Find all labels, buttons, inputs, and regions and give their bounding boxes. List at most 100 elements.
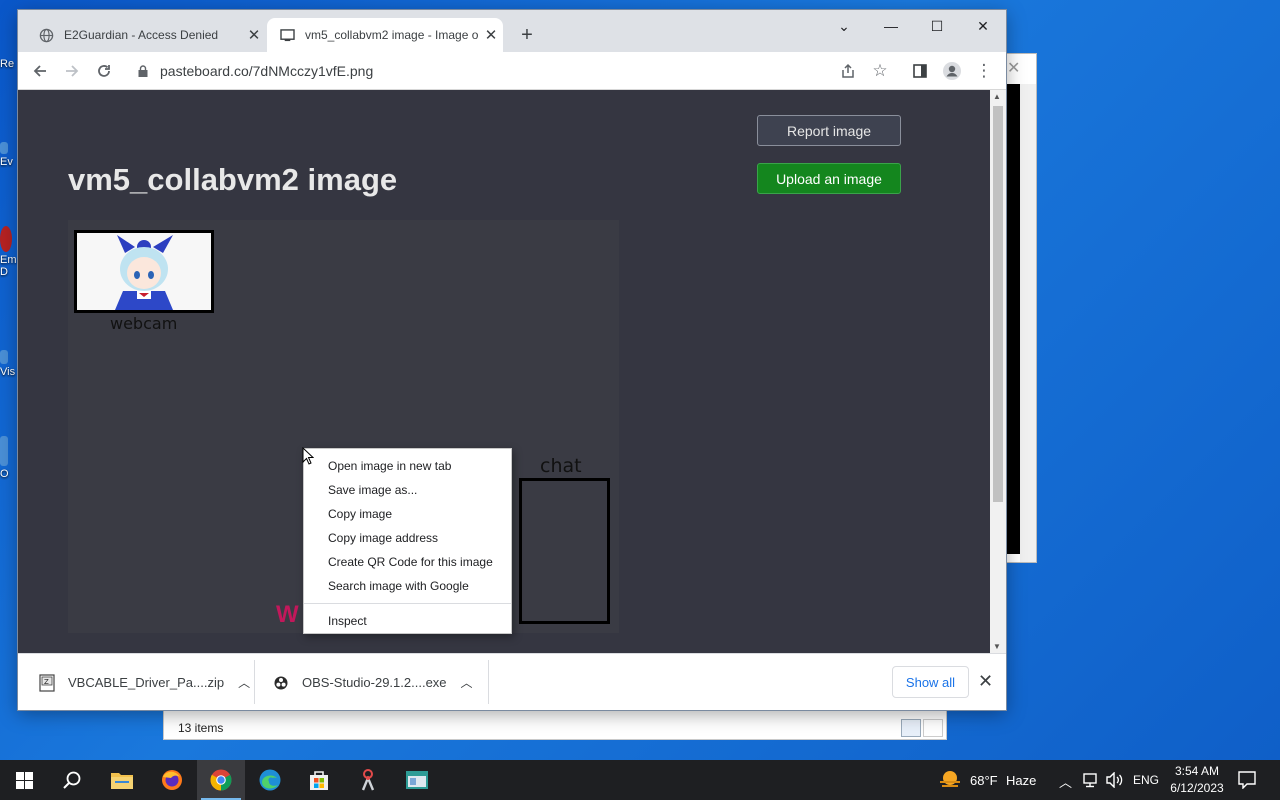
network-icon[interactable]	[1083, 772, 1100, 793]
taskbar-store[interactable]	[295, 760, 343, 800]
mouse-cursor-icon	[302, 447, 314, 465]
address-bar[interactable]: pasteboard.co/7dNMcczy1vfE.png	[128, 57, 898, 85]
weather-temp[interactable]: 68°F	[970, 773, 998, 788]
menu-kebab-icon[interactable]: ⋮	[972, 59, 996, 83]
window-app-icon	[406, 771, 428, 789]
tab-image[interactable]: vm5_collabvm2 image - Image o ✕	[267, 18, 503, 52]
background-window: ✕	[1004, 53, 1037, 563]
taskbar-firefox[interactable]	[148, 760, 196, 800]
webcam-frame	[74, 230, 214, 313]
character-thumbnail	[77, 233, 211, 310]
globe-icon	[38, 27, 54, 43]
store-icon	[310, 771, 328, 790]
close-icon[interactable]: ✕	[1007, 58, 1020, 78]
folder-icon	[111, 773, 133, 789]
firefox-icon	[162, 770, 182, 790]
svg-text:Z: Z	[44, 678, 49, 686]
taskbar-chrome[interactable]	[197, 760, 245, 800]
menu-save-image-as[interactable]: Save image as...	[304, 478, 511, 502]
download-item[interactable]: Z VBCABLE_Driver_Pa....zip ︿	[38, 654, 250, 711]
lock-icon[interactable]	[138, 64, 148, 77]
start-button[interactable]	[0, 760, 48, 800]
chat-frame	[519, 478, 610, 624]
taskbar-edge[interactable]	[246, 760, 294, 800]
chat-label: chat	[540, 455, 582, 477]
search-icon	[63, 771, 81, 789]
menu-copy-image-address[interactable]: Copy image address	[304, 526, 511, 550]
download-item[interactable]: OBS-Studio-29.1.2....exe ︿	[272, 654, 473, 711]
tab-search-icon[interactable]: ⌄	[821, 10, 867, 42]
chevron-up-icon[interactable]: ︿	[238, 674, 250, 691]
scroll-up-icon[interactable]: ▲	[993, 92, 1001, 101]
app-icon	[0, 350, 8, 364]
menu-separator	[304, 603, 511, 604]
side-panel-icon[interactable]	[908, 59, 932, 83]
forward-icon[interactable]	[60, 59, 84, 83]
language-indicator[interactable]: ENG	[1133, 773, 1159, 787]
zip-file-icon: Z	[38, 673, 56, 692]
show-all-button[interactable]: Show all	[892, 666, 969, 698]
scrollbar[interactable]	[1020, 84, 1036, 562]
page-scrollbar[interactable]: ▲ ▼	[990, 90, 1006, 653]
upload-image-button[interactable]: Upload an image	[757, 163, 901, 194]
bookmark-star-icon[interactable]: ☆	[868, 59, 892, 83]
scrollbar-thumb[interactable]	[993, 106, 1003, 502]
toolbar: pasteboard.co/7dNMcczy1vfE.png ☆ ⋮	[18, 52, 1006, 90]
download-filename: VBCABLE_Driver_Pa....zip	[68, 675, 225, 690]
minimize-icon[interactable]: —	[868, 10, 914, 42]
maximize-icon[interactable]: ☐	[914, 10, 960, 42]
menu-inspect[interactable]: Inspect	[304, 609, 511, 633]
windows-logo-icon	[15, 771, 33, 789]
details-view-button[interactable]	[901, 719, 921, 737]
tab-strip: E2Guardian - Access Denied ✕ vm5_collabv…	[18, 10, 1006, 52]
file-explorer-window[interactable]: 13 items	[163, 709, 947, 740]
app-icon	[0, 226, 12, 252]
large-icons-view-button[interactable]	[923, 719, 943, 737]
clock-date: 6/12/2023	[1170, 781, 1224, 795]
taskbar: 68°F Haze ︿ ENG 3:54 AM 6/12/2023	[0, 760, 1280, 800]
clock-time: 3:54 AM	[1174, 764, 1220, 778]
url-text: pasteboard.co/7dNMcczy1vfE.png	[160, 63, 374, 79]
profile-avatar-icon[interactable]	[940, 59, 964, 83]
volume-icon[interactable]	[1106, 771, 1124, 793]
menu-copy-image[interactable]: Copy image	[304, 502, 511, 526]
obs-file-icon	[272, 674, 290, 692]
watermark-letter: W	[276, 601, 299, 628]
webcam-label: webcam	[110, 314, 178, 333]
notification-icon[interactable]	[1238, 771, 1256, 794]
taskbar-window-app[interactable]	[393, 760, 441, 800]
taskbar-paint[interactable]	[344, 760, 392, 800]
item-count: 13 items	[178, 721, 224, 735]
divider	[254, 660, 255, 704]
chevron-up-icon[interactable]: ︿	[461, 674, 473, 691]
context-menu: Open image in new tab Save image as... C…	[303, 448, 512, 634]
tab-title: E2Guardian - Access Denied	[64, 28, 219, 42]
reload-icon[interactable]	[92, 59, 116, 83]
close-icon[interactable]: ✕	[978, 671, 993, 692]
chrome-window: E2Guardian - Access Denied ✕ vm5_collabv…	[18, 10, 1006, 710]
page-title: vm5_collabvm2 image	[68, 162, 398, 197]
menu-open-image-new-tab[interactable]: Open image in new tab	[304, 454, 511, 478]
search-button[interactable]	[48, 760, 96, 800]
chevron-up-icon[interactable]: ︿	[1059, 772, 1072, 791]
page-viewport: Report image Upload an image vm5_collabv…	[18, 90, 1006, 653]
download-bar: Z VBCABLE_Driver_Pa....zip ︿ OBS-Studio-…	[18, 653, 1006, 710]
back-icon[interactable]	[28, 59, 52, 83]
weather-condition[interactable]: Haze	[1006, 773, 1036, 788]
menu-create-qr-code[interactable]: Create QR Code for this image	[304, 550, 511, 574]
edge-icon	[259, 769, 281, 791]
share-icon[interactable]	[836, 59, 860, 83]
report-image-button[interactable]: Report image	[757, 115, 901, 146]
chrome-icon	[210, 769, 232, 791]
scroll-down-icon[interactable]: ▼	[993, 642, 1001, 651]
close-tab-icon[interactable]: ✕	[242, 26, 266, 44]
app-icon	[0, 436, 8, 466]
taskbar-file-explorer[interactable]	[98, 760, 146, 800]
menu-search-image-google[interactable]: Search image with Google	[304, 574, 511, 598]
tab-e2guardian[interactable]: E2Guardian - Access Denied ✕	[26, 18, 266, 52]
new-tab-icon[interactable]: +	[515, 24, 539, 47]
close-tab-icon[interactable]: ✕	[479, 26, 503, 44]
clock[interactable]: 3:54 AM 6/12/2023	[1162, 763, 1232, 797]
weather-icon[interactable]	[938, 769, 962, 796]
close-window-icon[interactable]: ✕	[960, 10, 1006, 42]
